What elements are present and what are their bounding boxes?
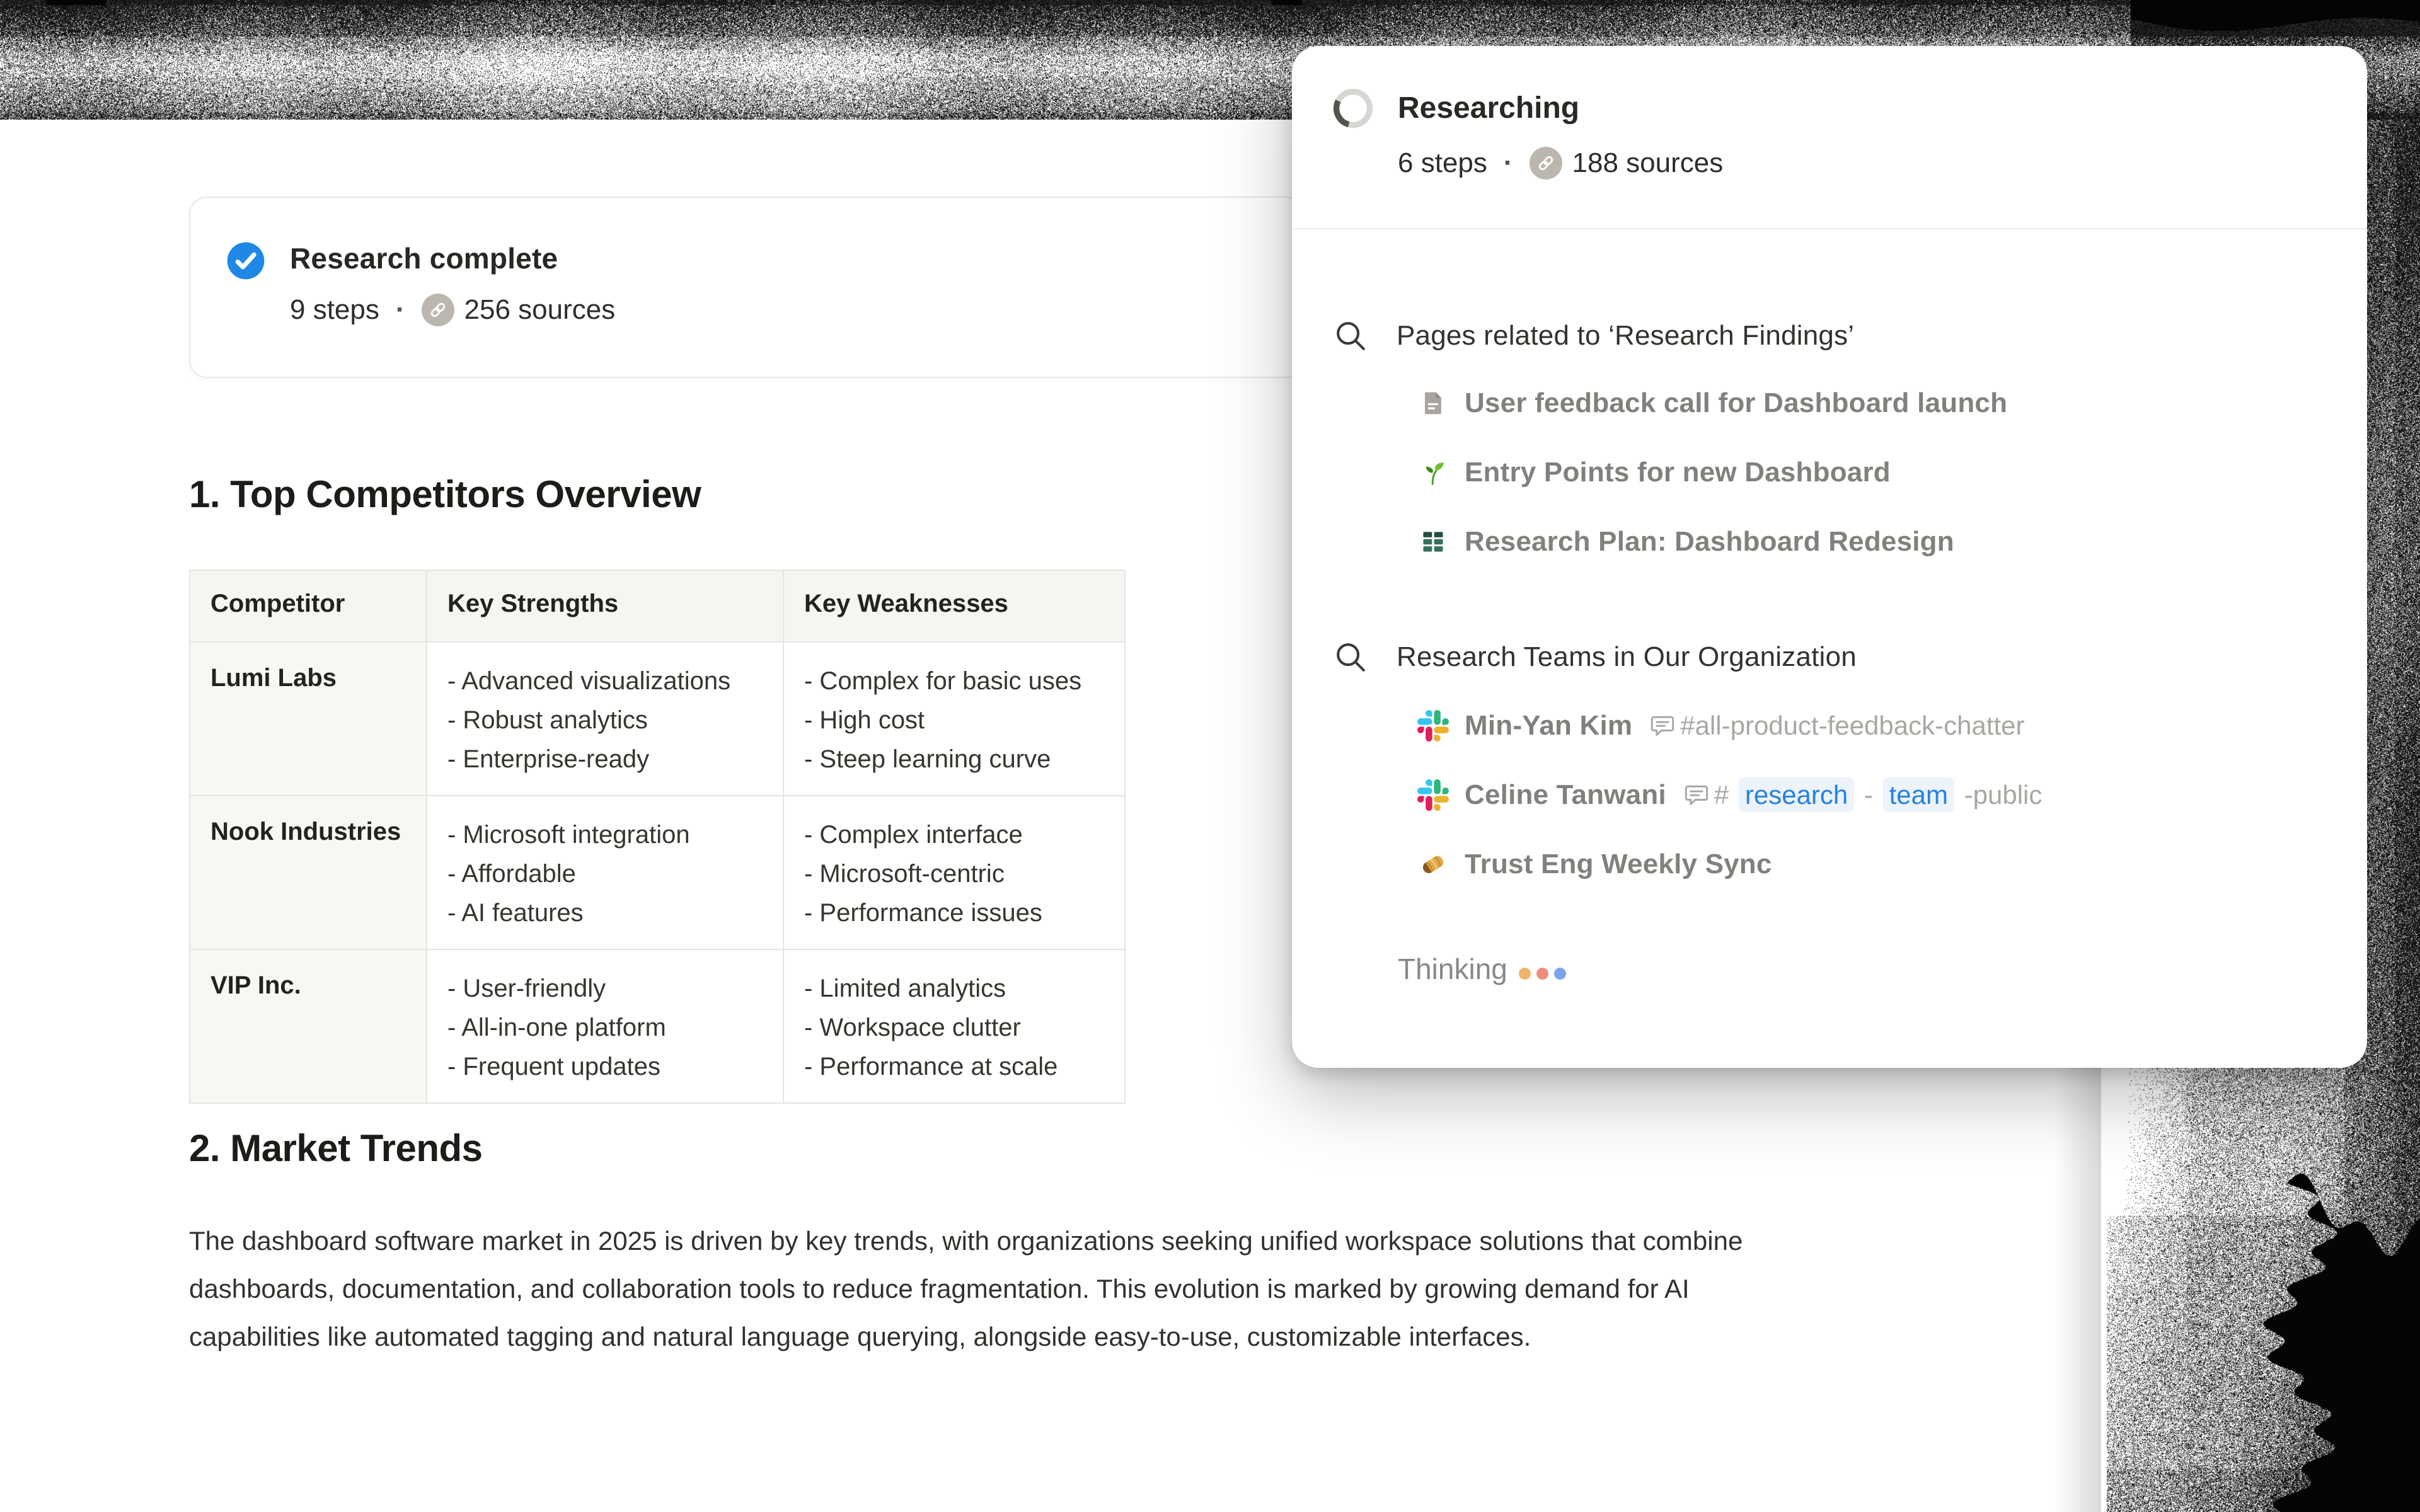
column-header-strengths: Key Strengths xyxy=(427,570,783,642)
cell-line: - Enterprise-ready xyxy=(447,740,763,779)
cell-line: - Microsoft-centric xyxy=(804,854,1104,893)
result-item-label[interactable]: Min-Yan Kim xyxy=(1465,710,1632,742)
cell-line: - Complex for basic uses xyxy=(804,662,1104,701)
sources-count[interactable]: 188 sources xyxy=(1572,146,1724,181)
cell-line: - AI features xyxy=(447,893,763,932)
separator-dot: · xyxy=(1504,146,1513,181)
panel-header: Researching 6 steps · 188 sources xyxy=(1292,46,2367,229)
weaknesses-cell: - Complex for basic uses - High cost - S… xyxy=(783,642,1125,796)
result-item-celine-tanwani[interactable]: Celine Tanwani # research - team -public xyxy=(1417,775,2042,815)
result-item-user-feedback[interactable]: User feedback call for Dashboard launch xyxy=(1417,383,2007,423)
result-item-trust-eng-sync[interactable]: Trust Eng Weekly Sync xyxy=(1417,844,1772,885)
thinking-status: Thinking xyxy=(1398,952,1572,986)
cell-line: - All-in-one platform xyxy=(447,1008,763,1047)
cell-line: - Microsoft integration xyxy=(447,815,763,854)
sources-link-icon xyxy=(1530,147,1562,180)
cell-line: - High cost xyxy=(804,701,1104,740)
sources-count[interactable]: 256 sources xyxy=(464,292,616,328)
document-icon xyxy=(1417,387,1449,420)
cell-line: - Frequent updates xyxy=(447,1047,763,1086)
burrito-icon xyxy=(1417,848,1449,881)
result-item-label[interactable]: Trust Eng Weekly Sync xyxy=(1465,849,1772,880)
cell-line: - User-friendly xyxy=(447,969,763,1008)
column-header-weaknesses: Key Weaknesses xyxy=(783,570,1125,642)
cell-line: - Advanced visualizations xyxy=(447,662,763,701)
sprout-icon xyxy=(1417,456,1449,489)
sources-link-icon xyxy=(422,294,454,326)
search-query-pages: Pages related to ‘Research Findings’ xyxy=(1332,315,1854,357)
status-title: Research complete xyxy=(290,239,615,277)
cell-line: - Steep learning curve xyxy=(804,740,1104,779)
result-item-min-yan-kim[interactable]: Min-Yan Kim #all-product-feedback-chatte… xyxy=(1417,706,2025,746)
status-meta: 9 steps · 256 sources xyxy=(290,292,615,328)
channel-link-team[interactable]: team xyxy=(1883,777,1954,812)
competitors-table: Competitor Key Strengths Key Weaknesses … xyxy=(189,570,1126,1104)
slack-icon xyxy=(1417,709,1449,742)
thinking-label: Thinking xyxy=(1398,952,1507,986)
competitor-name: Nook Industries xyxy=(190,796,427,949)
table-row: Lumi Labs - Advanced visualizations - Ro… xyxy=(190,642,1125,796)
stage: Research complete 9 steps · 256 sources … xyxy=(0,0,2420,1512)
steps-count: 6 steps xyxy=(1398,146,1487,181)
panel-meta: 6 steps · 188 sources xyxy=(1398,146,1723,181)
result-item-research-plan[interactable]: Research Plan: Dashboard Redesign xyxy=(1417,522,1954,562)
competitor-name: Lumi Labs xyxy=(190,642,427,796)
search-icon xyxy=(1332,639,1369,675)
table-row: Nook Industries - Microsoft integration … xyxy=(190,796,1125,949)
cell-line: - Workspace clutter xyxy=(804,1008,1104,1047)
channel-part: - xyxy=(1857,780,1880,810)
strengths-cell: - Advanced visualizations - Robust analy… xyxy=(427,642,783,796)
status-text: Research complete 9 steps · 256 sources xyxy=(290,239,615,328)
cell-line: - Performance at scale xyxy=(804,1047,1104,1086)
strengths-cell: - User-friendly - All-in-one platform - … xyxy=(427,949,783,1103)
slack-channel[interactable]: # research - team -public xyxy=(1714,780,2043,810)
strengths-cell: - Microsoft integration - Affordable - A… xyxy=(427,796,783,949)
section-heading-market-trends: 2. Market Trends xyxy=(189,1126,483,1170)
column-header-competitor: Competitor xyxy=(190,570,427,642)
cell-line: - Affordable xyxy=(447,854,763,893)
channel-part: -public xyxy=(1957,780,2042,810)
cell-line: - Performance issues xyxy=(804,893,1104,932)
search-icon xyxy=(1332,318,1369,354)
research-complete-card[interactable]: Research complete 9 steps · 256 sources xyxy=(189,197,1302,378)
table-row: VIP Inc. - User-friendly - All-in-one pl… xyxy=(190,949,1125,1103)
result-item-label[interactable]: Research Plan: Dashboard Redesign xyxy=(1465,526,1954,558)
comment-icon xyxy=(1683,781,1710,809)
channel-link-research[interactable]: research xyxy=(1739,777,1854,812)
result-item-label[interactable]: User feedback call for Dashboard launch xyxy=(1465,387,2007,419)
separator-dot: · xyxy=(396,292,405,328)
slack-icon xyxy=(1417,779,1449,811)
table-header-row: Competitor Key Strengths Key Weaknesses xyxy=(190,570,1125,642)
result-item-label[interactable]: Entry Points for new Dashboard xyxy=(1465,457,1891,488)
section-heading-competitors: 1. Top Competitors Overview xyxy=(189,472,701,516)
research-progress-panel: Researching 6 steps · 188 sources Pag xyxy=(1292,46,2367,1068)
search-query-text: Pages related to ‘Research Findings’ xyxy=(1397,320,1854,352)
comment-icon xyxy=(1649,712,1676,740)
table-icon xyxy=(1417,525,1449,558)
cell-line: - Robust analytics xyxy=(447,701,763,740)
competitor-name: VIP Inc. xyxy=(190,949,427,1103)
result-item-label[interactable]: Celine Tanwani xyxy=(1465,779,1666,811)
result-item-entry-points[interactable]: Entry Points for new Dashboard xyxy=(1417,452,1891,493)
slack-channel[interactable]: #all-product-feedback-chatter xyxy=(1680,711,2024,741)
panel-divider xyxy=(1292,228,2367,229)
market-trends-paragraph: The dashboard software market in 2025 is… xyxy=(189,1217,1752,1361)
check-circle-icon xyxy=(226,241,266,281)
panel-title: Researching xyxy=(1398,89,1579,128)
weaknesses-cell: - Complex interface - Microsoft-centric … xyxy=(783,796,1125,949)
thinking-dots-icon xyxy=(1519,968,1572,980)
loading-spinner-icon xyxy=(1332,88,1374,129)
channel-part: # xyxy=(1714,780,1736,810)
search-query-text: Research Teams in Our Organization xyxy=(1397,641,1857,673)
cell-line: - Complex interface xyxy=(804,815,1104,854)
search-query-teams: Research Teams in Our Organization xyxy=(1332,636,1857,678)
weaknesses-cell: - Limited analytics - Workspace clutter … xyxy=(783,949,1125,1103)
cell-line: - Limited analytics xyxy=(804,969,1104,1008)
steps-count: 9 steps xyxy=(290,292,379,328)
